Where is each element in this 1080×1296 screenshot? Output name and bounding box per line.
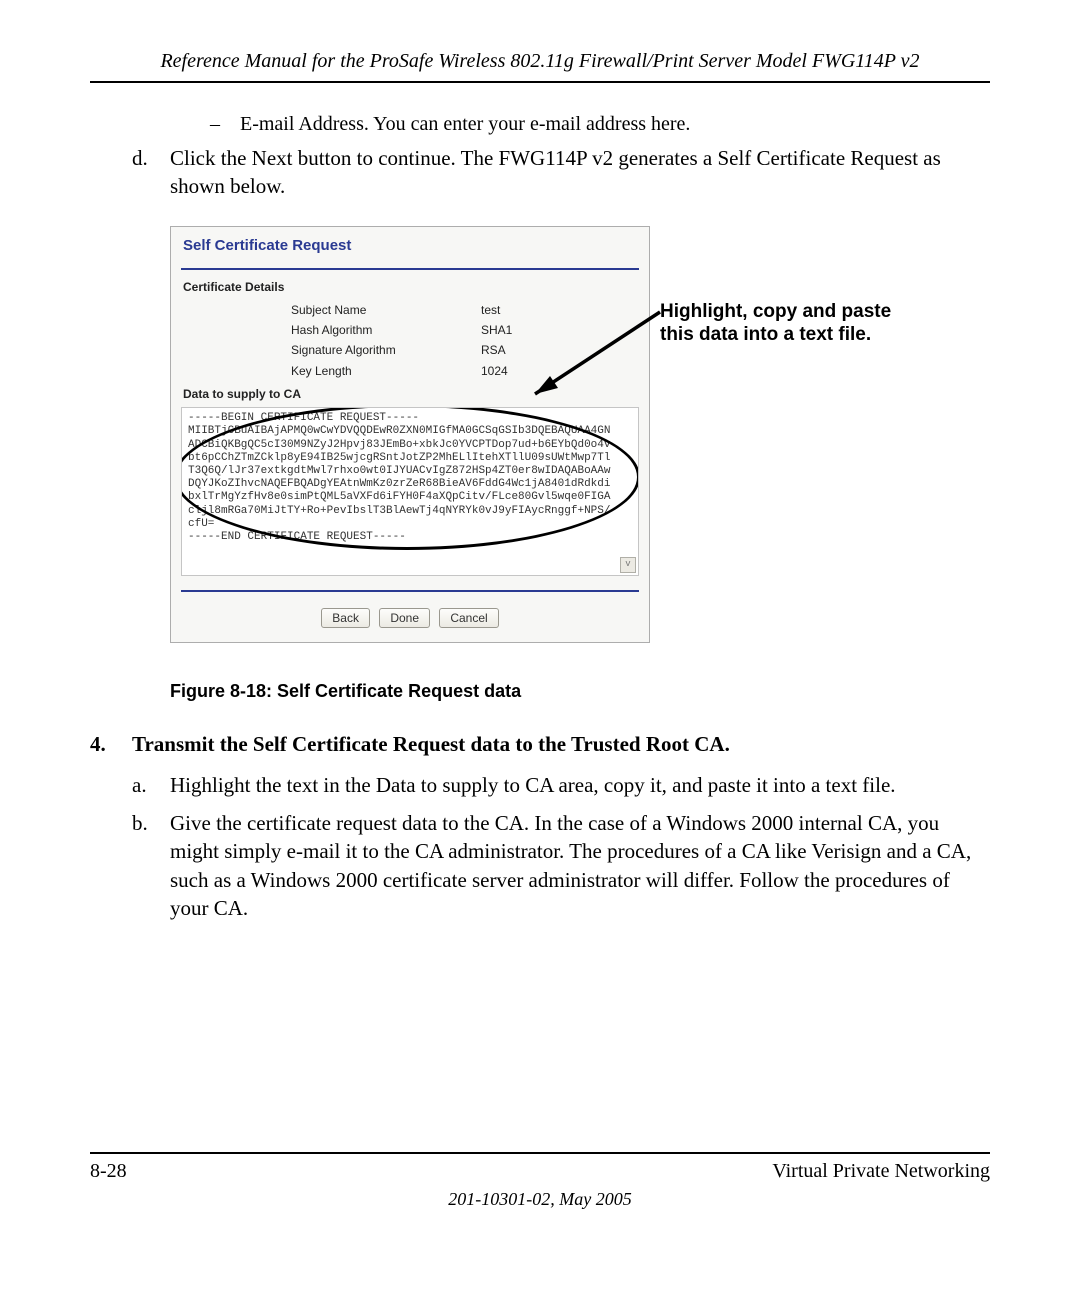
step4-a-letter: a. — [132, 771, 170, 799]
step4-b: b. Give the certificate request data to … — [90, 809, 990, 922]
running-head: Reference Manual for the ProSafe Wireles… — [90, 50, 990, 73]
scroll-down-icon[interactable]: v — [620, 557, 636, 573]
hash-alg-value: SHA1 — [481, 320, 639, 340]
callout-text: Highlight, copy and paste this data into… — [660, 300, 920, 348]
footer-row: 8-28 Virtual Private Networking — [90, 1160, 990, 1183]
certificate-details-label: Certificate Details — [183, 280, 639, 294]
panel-rule-2 — [181, 590, 639, 592]
email-bullet-text: E-mail Address. You can enter your e-mai… — [240, 113, 690, 136]
footer-section: Virtual Private Networking — [772, 1160, 990, 1183]
item-d-text: Click the Next button to continue. The F… — [170, 144, 990, 201]
step4-b-text: Give the certificate request data to the… — [170, 809, 990, 922]
item-d-letter: d. — [132, 144, 170, 201]
figure-caption: Figure 8-18: Self Certificate Request da… — [170, 681, 990, 702]
step4-number: 4. — [90, 732, 132, 757]
csr-text: -----BEGIN CERTIFICATE REQUEST----- MIIB… — [188, 412, 610, 543]
row-keylen: Key Length 1024 — [291, 361, 639, 381]
subject-name-value: test — [481, 300, 639, 320]
sig-alg-label: Signature Algorithm — [291, 340, 481, 360]
data-to-supply-label: Data to supply to CA — [183, 387, 639, 401]
figure-area: Self Certificate Request Certificate Det… — [90, 226, 990, 656]
page-number: 8-28 — [90, 1160, 127, 1183]
row-sig: Signature Algorithm RSA — [291, 340, 639, 360]
footer-rule — [90, 1152, 990, 1154]
header-rule — [90, 81, 990, 83]
hash-alg-label: Hash Algorithm — [291, 320, 481, 340]
step4-b-letter: b. — [132, 809, 170, 922]
back-button[interactable]: Back — [321, 608, 370, 628]
csr-textarea[interactable]: -----BEGIN CERTIFICATE REQUEST----- MIIB… — [181, 407, 639, 575]
done-button[interactable]: Done — [379, 608, 430, 628]
row-hash: Hash Algorithm SHA1 — [291, 320, 639, 340]
self-cert-panel: Self Certificate Request Certificate Det… — [170, 226, 650, 643]
step4-a-text: Highlight the text in the Data to supply… — [170, 771, 990, 799]
list-item-d: d. Click the Next button to continue. Th… — [90, 144, 990, 201]
dash-icon: – — [210, 113, 240, 136]
row-subject: Subject Name test — [291, 300, 639, 320]
step4-a: a. Highlight the text in the Data to sup… — [90, 771, 990, 799]
key-len-label: Key Length — [291, 361, 481, 381]
panel-title: Self Certificate Request — [183, 237, 639, 254]
key-len-value: 1024 — [481, 361, 639, 381]
sig-alg-value: RSA — [481, 340, 639, 360]
doc-id: 201-10301-02, May 2005 — [90, 1189, 990, 1210]
button-row: Back Done Cancel — [181, 608, 639, 628]
subject-name-label: Subject Name — [291, 300, 481, 320]
step-4: 4. Transmit the Self Certificate Request… — [90, 732, 990, 757]
step4-title: Transmit the Self Certificate Request da… — [132, 732, 730, 757]
panel-rule — [181, 268, 639, 270]
email-bullet-row: – E-mail Address. You can enter your e-m… — [90, 113, 990, 136]
cancel-button[interactable]: Cancel — [439, 608, 498, 628]
